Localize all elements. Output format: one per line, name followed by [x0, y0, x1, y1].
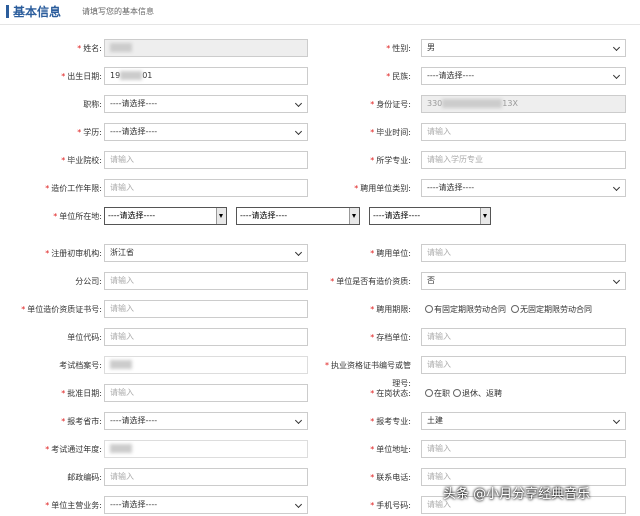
chevron-down-icon [216, 208, 226, 224]
license-number-label: * 执业资格证书编号或管 [325, 361, 411, 370]
employer-type-label: * 聘用单位类别: [354, 184, 411, 193]
graduation-time-field[interactable]: 请输入 [421, 123, 626, 141]
graduation-time-label: * 毕业时间: [370, 128, 411, 137]
radio-circle-icon [511, 305, 519, 313]
radio-circle-icon [425, 305, 433, 313]
province-select[interactable]: ----请选择---- [104, 207, 227, 225]
exam-province-select[interactable]: ----请选择---- [104, 412, 308, 430]
district-select[interactable]: ----请选择---- [369, 207, 491, 225]
section-subtitle: 请填写您的基本信息 [82, 7, 154, 16]
birth-date-field[interactable]: 19 01 [104, 67, 308, 85]
education-select[interactable]: ----请选择---- [104, 123, 308, 141]
ethnicity-select[interactable]: ----请选择---- [421, 67, 626, 85]
main-business-label: * 单位主营业务: [45, 501, 102, 510]
license-number-label-line2: 理号: [392, 379, 411, 388]
education-label: * 学历: [77, 128, 102, 137]
status-employed-radio[interactable]: 在职 [425, 389, 450, 399]
employer-type-select[interactable]: ----请选择---- [421, 179, 626, 197]
birth-date-label: * 出生日期: [61, 72, 102, 81]
employer-label: * 聘用单位: [370, 249, 411, 258]
open-term-radio[interactable]: 无固定期限劳动合同 [511, 305, 592, 315]
employment-period-label: * 聘用期限: [370, 305, 411, 314]
school-field[interactable]: 请输入 [104, 151, 308, 169]
gender-select[interactable]: 男 [421, 39, 626, 57]
job-title-label: 职称: [83, 100, 102, 109]
cost-qualification-label: * 单位是否有造价资质: [330, 277, 411, 286]
approval-date-field[interactable]: 请输入 [104, 384, 308, 402]
registration-agency-label: * 注册初审机构: [45, 249, 102, 258]
city-select[interactable]: ----请选择---- [236, 207, 360, 225]
unit-address-field[interactable]: 请输入 [421, 440, 626, 458]
approval-date-label: * 批准日期: [61, 389, 102, 398]
unit-address-label: * 单位地址: [370, 445, 411, 454]
branch-label: 分公司: [75, 277, 102, 286]
ethnicity-label: * 民族: [386, 72, 411, 81]
major-field[interactable]: 请输入学历专业 [421, 151, 626, 169]
work-years-field[interactable]: 请输入 [104, 179, 308, 197]
exam-specialty-select[interactable]: 土建 [421, 412, 626, 430]
school-label: * 毕业院校: [61, 156, 102, 165]
qualification-cert-label: * 单位造价资质证书号: [21, 305, 102, 314]
radio-circle-icon [453, 389, 461, 397]
exam-file-label: 考试档案号: [59, 361, 102, 370]
gender-label: * 性别: [386, 44, 411, 53]
license-number-field[interactable]: 请输入 [421, 356, 626, 374]
qualification-cert-field[interactable]: 请输入 [104, 300, 308, 318]
phone-label: * 联系电话: [370, 473, 411, 482]
work-years-label: * 造价工作年限: [45, 184, 102, 193]
id-number-label: * 身份证号: [370, 100, 411, 109]
section-header: 基本信息 请填写您的基本信息 [0, 0, 640, 25]
fixed-term-radio[interactable]: 有固定期限劳动合同 [425, 305, 506, 315]
employer-field[interactable]: 请输入 [421, 244, 626, 262]
chevron-down-icon [349, 208, 359, 224]
job-title-select[interactable]: ----请选择---- [104, 95, 308, 113]
job-status-label: * 在岗状态: [370, 389, 411, 398]
cost-qualification-select[interactable]: 否 [421, 272, 626, 290]
name-label: * 姓名: [77, 44, 102, 53]
mobile-label: * 手机号码: [370, 501, 411, 510]
radio-circle-icon [425, 389, 433, 397]
exam-specialty-label: * 报考专业: [370, 417, 411, 426]
status-retired-radio[interactable]: 退休、返聘 [453, 389, 502, 399]
major-label: * 所学专业: [370, 156, 411, 165]
watermark: 头条 @小月分享经典音乐 [443, 487, 591, 502]
header-accent-bar [6, 5, 9, 18]
section-title: 基本信息 [13, 5, 62, 19]
registration-agency-select[interactable]: 浙江省 [104, 244, 308, 262]
name-field[interactable] [104, 39, 308, 57]
zip-code-field[interactable]: 请输入 [104, 468, 308, 486]
archive-unit-field[interactable]: 请输入 [421, 328, 626, 346]
zip-code-label: 邮政编码: [67, 473, 102, 482]
location-label: * 单位所在地: [53, 212, 102, 221]
id-number-field[interactable]: 330 13X [421, 95, 626, 113]
main-business-select[interactable]: ----请选择---- [104, 496, 308, 514]
exam-file-field[interactable] [104, 356, 308, 374]
exam-province-label: * 报考省市: [61, 417, 102, 426]
unit-code-label: 单位代码: [67, 333, 102, 342]
pass-year-label: * 考试通过年度: [45, 445, 102, 454]
archive-unit-label: * 存档单位: [370, 333, 411, 342]
branch-field[interactable]: 请输入 [104, 272, 308, 290]
unit-code-field[interactable]: 请输入 [104, 328, 308, 346]
pass-year-field[interactable] [104, 440, 308, 458]
chevron-down-icon [480, 208, 490, 224]
